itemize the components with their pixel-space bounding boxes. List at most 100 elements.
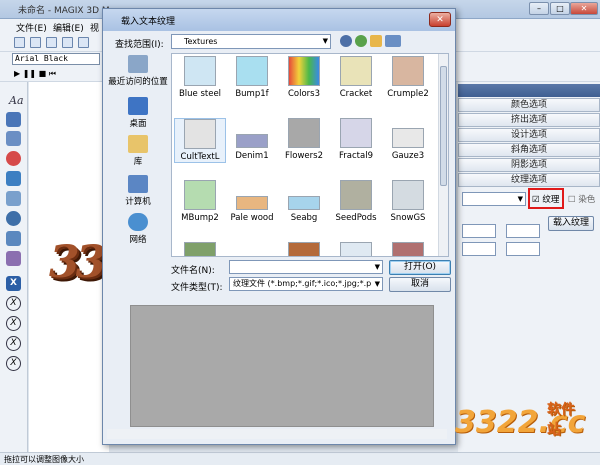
place-network[interactable]: 网络 <box>107 213 169 245</box>
file-name: Cracket <box>339 89 373 99</box>
file-item[interactable] <box>278 242 330 256</box>
file-type-value: 纹理文件 (*.bmp;*.gif;*.ico;*.jpg;*.p <box>233 279 372 288</box>
cut-icon[interactable] <box>78 37 89 48</box>
place-library[interactable]: 库 <box>107 135 169 167</box>
panel-header <box>458 84 600 97</box>
render-canvas[interactable]: 33 <box>29 82 109 452</box>
file-item[interactable]: Colors3 <box>278 56 330 99</box>
place-computer[interactable]: 计算机 <box>107 175 169 207</box>
star-tool-icon[interactable] <box>6 171 21 186</box>
file-item[interactable]: Crumple2 <box>382 56 434 99</box>
file-item[interactable]: SnowGS <box>382 180 434 223</box>
file-name: Gauze3 <box>391 151 425 161</box>
texture-tool-icon[interactable] <box>6 211 21 226</box>
scale-y-spinner[interactable] <box>506 224 540 238</box>
view-menu-icon[interactable] <box>385 35 401 47</box>
up-folder-icon[interactable] <box>355 35 367 47</box>
offset-x-spinner[interactable] <box>462 242 496 256</box>
file-name: Seabg <box>290 213 318 223</box>
file-type-select[interactable]: 纹理文件 (*.bmp;*.gif;*.ico;*.jpg;*.p ▼ <box>229 277 383 291</box>
file-item[interactable]: Pale wood <box>226 180 278 223</box>
file-item[interactable]: Fractal9 <box>330 118 382 161</box>
sphere-tool-icon[interactable] <box>6 151 21 166</box>
open-icon[interactable] <box>30 37 41 48</box>
file-item[interactable]: SeedPods <box>330 180 382 223</box>
maximize-button[interactable]: □ <box>550 2 570 15</box>
y-axis-icon[interactable]: X <box>6 316 21 331</box>
texture-thumbnail <box>392 180 424 210</box>
extrude-options-button[interactable]: 挤出选项 <box>458 113 600 127</box>
file-name-label: 文件名(N): <box>171 266 215 276</box>
minimize-button[interactable]: – <box>529 2 549 15</box>
scale-x-spinner[interactable] <box>462 224 496 238</box>
texture-thumbnail <box>288 242 320 256</box>
shadow-tool-icon[interactable] <box>6 251 21 266</box>
bevel-options-button[interactable]: 斜角选项 <box>458 143 600 157</box>
load-texture-button[interactable]: 载入纹理 <box>548 216 594 231</box>
text-tool-icon[interactable]: Aa <box>9 94 24 107</box>
open-button[interactable]: 打开(O) <box>389 260 451 275</box>
color-options-button[interactable]: 颜色选项 <box>458 98 600 112</box>
dye-checkbox[interactable]: ☐ 染色 <box>568 193 595 205</box>
texture-thumbnail <box>184 180 216 210</box>
z-axis-icon[interactable]: X <box>6 336 21 351</box>
place-recent[interactable]: 最近访问的位置 <box>107 55 169 87</box>
design-options-button[interactable]: 设计选项 <box>458 128 600 142</box>
menu-edit[interactable]: 编辑(E) <box>53 21 84 34</box>
file-item[interactable]: Blue steel <box>174 56 226 99</box>
new-folder-icon[interactable] <box>370 35 382 47</box>
bevel-tool-icon[interactable] <box>6 231 21 246</box>
file-item[interactable] <box>382 242 434 256</box>
close-button[interactable]: ✕ <box>570 2 598 15</box>
watermark-logo: 3322.cc 软件站 <box>455 402 585 440</box>
color-tool-icon[interactable] <box>6 112 21 127</box>
play-icon[interactable]: ▶ ❚❚ ■ ⏮ <box>14 69 56 79</box>
texture-select[interactable]: ▼ <box>462 192 526 206</box>
file-list-scrollbar[interactable] <box>438 54 448 256</box>
save-icon[interactable] <box>46 37 57 48</box>
dialog-close-button[interactable]: ✕ <box>429 12 451 27</box>
file-item[interactable]: Seabg <box>278 180 330 223</box>
shadow-options-button[interactable]: 阴影选项 <box>458 158 600 172</box>
3d-text-preview: 33 <box>49 237 106 288</box>
file-item[interactable]: Bump1f <box>226 56 278 99</box>
desktop-icon <box>128 97 148 115</box>
recent-icon <box>128 55 148 73</box>
offset-y-spinner[interactable] <box>506 242 540 256</box>
computer-icon <box>128 175 148 193</box>
menu-view[interactable]: 视 <box>90 21 99 34</box>
cancel-button[interactable]: 取消 <box>389 277 451 292</box>
texture-thumbnail <box>340 56 372 86</box>
export-icon[interactable] <box>62 37 73 48</box>
dialog-bottom-scrollbar[interactable] <box>107 429 447 439</box>
file-item[interactable]: Flowers2 <box>278 118 330 161</box>
file-name: SeedPods <box>335 213 377 223</box>
file-item[interactable]: MBump2 <box>174 180 226 223</box>
texture-options-button[interactable]: 纹理选项 <box>458 173 600 187</box>
extrude-tool-icon[interactable] <box>6 131 21 146</box>
place-desktop[interactable]: 桌面 <box>107 97 169 129</box>
file-item[interactable]: Cracket <box>330 56 382 99</box>
x-axis-icon[interactable]: X <box>6 296 21 311</box>
file-type-label: 文件类型(T): <box>171 283 223 293</box>
file-name-input[interactable]: ▼ <box>229 260 383 274</box>
scrollbar-thumb[interactable] <box>440 66 447 186</box>
lighting-tool-icon[interactable] <box>6 191 21 206</box>
new-icon[interactable] <box>14 37 25 48</box>
file-item[interactable]: Gauze3 <box>382 118 434 161</box>
back-icon[interactable] <box>340 35 352 47</box>
file-name: CultTextL <box>180 152 220 162</box>
x-rotate-icon[interactable]: X <box>6 276 21 291</box>
file-item[interactable]: Denim1 <box>226 118 278 161</box>
font-name-select[interactable]: Arial Black <box>12 53 100 65</box>
texture-thumbnail <box>236 196 268 210</box>
place-recent-label: 最近访问的位置 <box>108 77 168 87</box>
file-item[interactable] <box>330 242 382 256</box>
file-name: Crumple2 <box>387 89 429 99</box>
look-in-select[interactable]: Textures ▼ <box>171 34 331 49</box>
menu-file[interactable]: 文件(E) <box>16 21 47 34</box>
file-item[interactable] <box>174 242 226 256</box>
file-name: Bump1f <box>235 89 269 99</box>
reset-axis-icon[interactable]: X <box>6 356 21 371</box>
file-item-selected[interactable]: CultTextL <box>174 118 226 163</box>
